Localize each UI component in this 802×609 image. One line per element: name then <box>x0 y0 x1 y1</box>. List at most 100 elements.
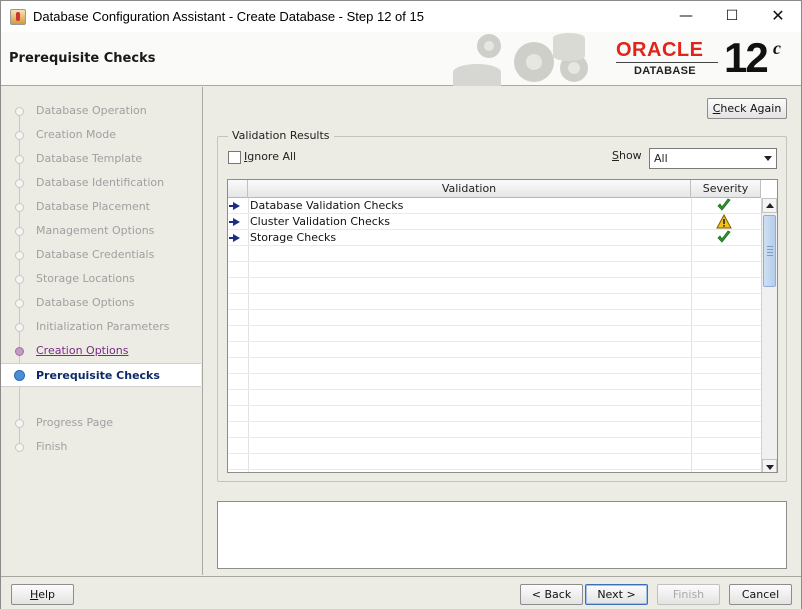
step-label: Database Options <box>36 296 135 309</box>
step-label: Creation Mode <box>36 128 117 141</box>
validation-name: Cluster Validation Checks <box>250 215 390 228</box>
step-item: Finish <box>1 435 201 459</box>
step-label: Storage Locations <box>36 272 135 285</box>
step-label: Database Credentials <box>36 248 155 261</box>
step-label: Creation Options <box>36 344 129 357</box>
help-button[interactable]: Help <box>11 584 74 605</box>
finish-label: Finish <box>672 588 705 601</box>
next-button[interactable]: Next > <box>585 584 648 605</box>
step-indicator-icon <box>15 107 24 116</box>
button-bar: Help < Back Next > Finish Cancel <box>1 576 801 609</box>
table-row <box>228 390 761 406</box>
step-indicator-icon <box>15 155 24 164</box>
step-indicator-icon <box>15 131 24 140</box>
table-row <box>228 294 761 310</box>
step-indicator-icon <box>15 251 24 260</box>
maximize-button[interactable]: ☐ <box>709 1 755 31</box>
step-item: Database Placement <box>1 195 201 219</box>
step-label: Initialization Parameters <box>36 320 170 333</box>
details-panel <box>217 501 787 569</box>
step-label: Database Operation <box>36 104 147 117</box>
step-indicator-icon <box>15 347 24 356</box>
validation-name: Storage Checks <box>250 231 337 244</box>
gears-graphic <box>453 33 588 86</box>
scroll-up-icon[interactable] <box>762 198 777 213</box>
table-row <box>228 422 761 438</box>
step-item: Progress Page <box>1 411 201 435</box>
table-row[interactable]: Database Validation Checks <box>228 198 761 214</box>
expand-arrow-icon[interactable] <box>229 234 240 242</box>
validation-results-title: Validation Results <box>228 129 334 142</box>
step-item: Database Credentials <box>1 243 201 267</box>
ignore-all-checkbox[interactable] <box>228 151 241 164</box>
step-item: Database Options <box>1 291 201 315</box>
table-row <box>228 374 761 390</box>
table-row <box>228 246 761 262</box>
step-item: Database Template <box>1 147 201 171</box>
steps-navigation: Database Operation Creation Mode Database … <box>1 87 673 575</box>
cancel-button[interactable]: Cancel <box>729 584 792 605</box>
version-suffix: c <box>773 38 781 58</box>
step-label: Management Options <box>36 224 155 237</box>
validation-name: Database Validation Checks <box>250 199 404 212</box>
step-item[interactable]: Prerequisite Checks <box>1 363 201 387</box>
success-icon <box>715 230 733 246</box>
version-number: 12 <box>724 34 769 81</box>
step-indicator-icon <box>15 299 24 308</box>
step-label: Prerequisite Checks <box>36 369 160 382</box>
expand-arrow-icon[interactable] <box>229 202 240 210</box>
success-icon <box>715 198 733 214</box>
step-indicator-icon <box>15 443 24 452</box>
step-indicator-icon <box>15 323 24 332</box>
table-header: Validation Severity <box>228 180 761 198</box>
table-row <box>228 278 761 294</box>
step-indicator-icon <box>15 275 24 284</box>
back-label: < Back <box>531 588 572 601</box>
header-validation[interactable]: Validation <box>248 180 691 198</box>
header-severity[interactable]: Severity <box>691 180 761 198</box>
table-scrollbar[interactable] <box>761 198 777 472</box>
step-label: Database Placement <box>36 200 150 213</box>
table-row <box>228 326 761 342</box>
step-item: Creation Mode <box>1 123 201 147</box>
table-row[interactable]: Cluster Validation Checks <box>228 213 761 230</box>
ignore-all-label[interactable]: Ignore All <box>244 150 296 163</box>
step-item: Storage Locations <box>1 267 201 291</box>
show-label: Show <box>612 149 642 162</box>
main-panel: Check Again Validation Results Ignore Al… <box>204 87 801 575</box>
java-app-icon <box>10 9 26 25</box>
dbca-window: Database Configuration Assistant - Creat… <box>0 0 802 609</box>
step-item: Initialization Parameters <box>1 315 201 339</box>
header-banner: Prerequisite Checks ORACLE DATABASE 12 c <box>1 32 801 86</box>
back-button[interactable]: < Back <box>520 584 583 605</box>
table-row <box>228 358 761 374</box>
page-title: Prerequisite Checks <box>9 51 156 66</box>
table-row <box>228 342 761 358</box>
step-item: Database Identification <box>1 171 201 195</box>
step-indicator-icon <box>15 179 24 188</box>
show-filter-select[interactable]: All <box>649 148 777 169</box>
minimize-button[interactable]: — <box>663 1 709 31</box>
table-row[interactable]: Storage Checks <box>228 230 761 246</box>
step-label: Progress Page <box>36 416 114 429</box>
step-item[interactable]: Creation Options <box>1 339 201 363</box>
scroll-thumb[interactable] <box>763 215 776 287</box>
close-button[interactable]: ✕ <box>755 1 801 31</box>
step-indicator-icon <box>15 419 24 428</box>
oracle-database-logo: ORACLE DATABASE <box>616 39 719 79</box>
check-again-button[interactable]: Check Again <box>707 98 787 119</box>
check-again-label: heck Again <box>720 102 782 115</box>
scroll-down-icon[interactable] <box>762 459 777 472</box>
finish-button[interactable]: Finish <box>657 584 720 605</box>
table-row <box>228 406 761 422</box>
table-row <box>228 262 761 278</box>
expand-arrow-icon[interactable] <box>229 218 240 226</box>
step-indicator-icon <box>15 227 24 236</box>
header-expand-column <box>228 180 248 198</box>
step-label: Database Template <box>36 152 143 165</box>
window-title: Database Configuration Assistant - Creat… <box>33 9 424 24</box>
next-label: Next > <box>597 588 636 601</box>
step-item: Management Options <box>1 219 201 243</box>
chevron-down-icon <box>764 156 772 161</box>
step-indicator-icon <box>14 370 25 381</box>
